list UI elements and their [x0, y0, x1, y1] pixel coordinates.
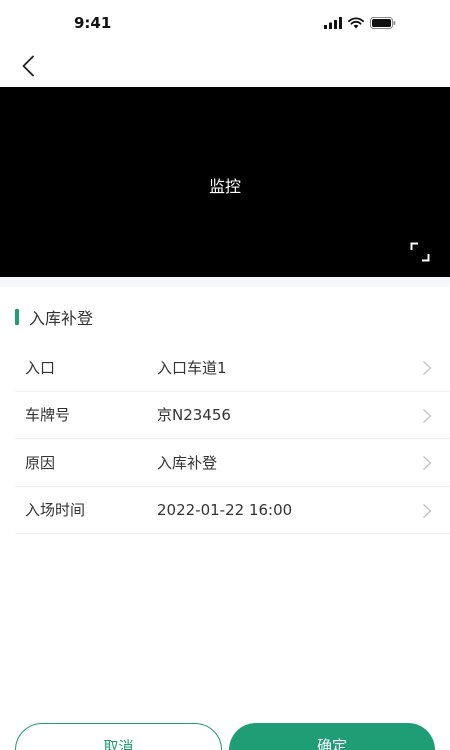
form-value: 2022-01-22 16:00 [157, 500, 293, 519]
status-time: 9:41 [74, 14, 112, 32]
chevron-right-icon [423, 360, 432, 376]
section-title: 入库补登 [29, 309, 94, 328]
form: 入口 入口车道1 车牌号 京N23456 原因 入库补登 入场时间 2022-0… [0, 344, 450, 534]
fullscreen-icon[interactable] [410, 242, 430, 262]
chevron-right-icon [423, 455, 432, 471]
cancel-button[interactable]: 取消 [15, 723, 222, 750]
monitor-label: 监控 [208, 177, 241, 196]
signal-icon [324, 17, 342, 29]
chevron-right-icon [423, 408, 432, 423]
back-button[interactable] [14, 52, 42, 80]
form-label: 入口 [25, 358, 56, 377]
form-row-entry-time[interactable]: 入场时间 2022-01-22 16:00 [15, 487, 450, 534]
chevron-left-icon [22, 55, 34, 77]
section-divider [0, 277, 450, 287]
form-row-entrance[interactable]: 入口 入口车道1 [15, 344, 450, 392]
form-row-reason[interactable]: 原因 入库补登 [15, 439, 450, 487]
screen: 9:41 监控 入库补登 入口 入口车道1 车牌号 京N23456 原因 入库补… [0, 0, 450, 750]
chevron-right-icon [423, 503, 432, 518]
section-accent-bar [15, 309, 19, 325]
nav-bar [0, 44, 450, 87]
status-bar: 9:41 [0, 0, 450, 44]
confirm-button[interactable]: 确定 [229, 723, 435, 750]
form-value: 入库补登 [157, 453, 218, 472]
form-label: 原因 [25, 453, 56, 472]
wifi-icon [348, 17, 364, 29]
form-row-plate[interactable]: 车牌号 京N23456 [15, 392, 450, 439]
status-icons [324, 16, 396, 30]
monitor-video[interactable]: 监控 [0, 87, 450, 277]
form-label: 入场时间 [25, 501, 86, 520]
form-value: 入口车道1 [157, 358, 227, 377]
section-header: 入库补登 [15, 300, 93, 334]
battery-icon [370, 17, 396, 29]
form-value: 京N23456 [157, 406, 231, 425]
form-label: 车牌号 [25, 406, 71, 425]
